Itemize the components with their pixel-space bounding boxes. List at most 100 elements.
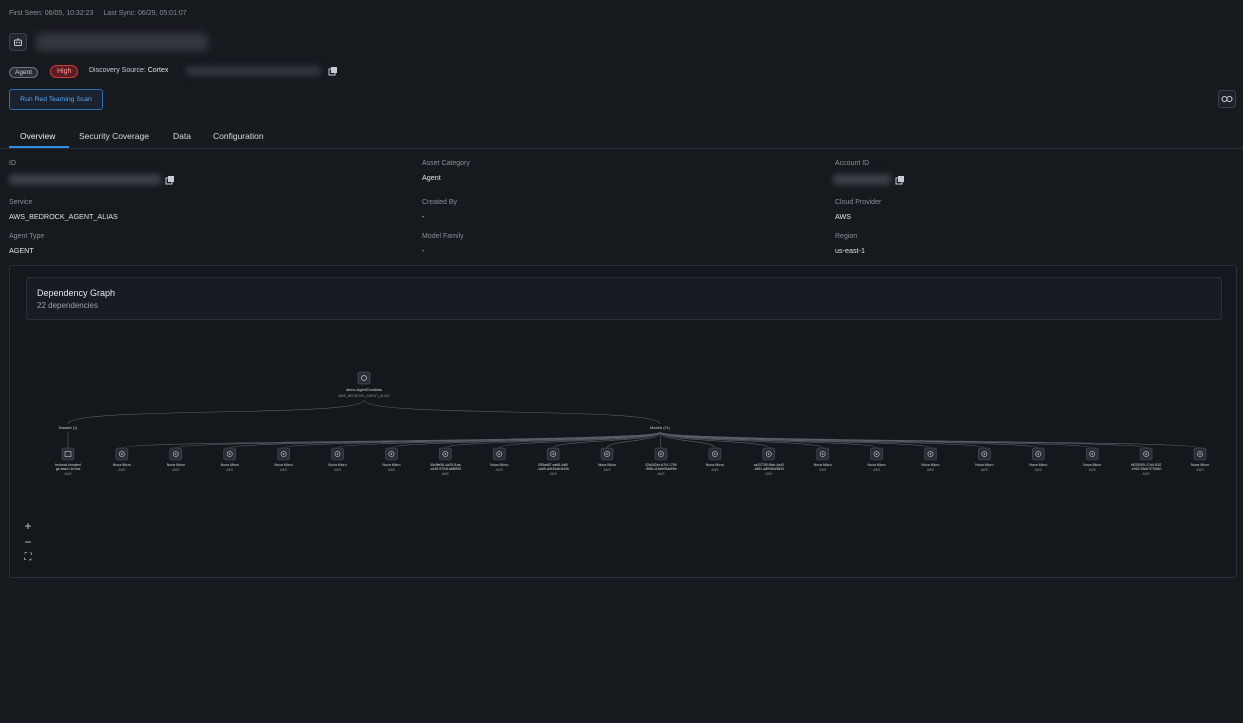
node-name: Nova Micro	[598, 463, 616, 467]
model-icon-dot	[498, 453, 501, 455]
model-icon-dot	[983, 453, 986, 455]
service-label: Service	[9, 199, 33, 206]
node-name: Nova Micro	[867, 463, 885, 467]
discovery-id-redacted	[186, 66, 321, 76]
model-icon-dot	[875, 453, 878, 455]
node-name: Nova Micro	[921, 463, 939, 467]
node-provider: AWS	[603, 468, 610, 472]
node-name: Nova Micro	[113, 463, 131, 467]
node-name: Nova Micro	[814, 463, 832, 467]
node-name: Nova Micro	[1029, 463, 1047, 467]
node-name: Nova Micro	[275, 463, 293, 467]
risk-badge: High	[50, 65, 79, 78]
cloud-provider-label: Cloud Provider	[835, 199, 882, 206]
node-provider: AWS	[1143, 472, 1150, 476]
model-icon-dot	[929, 453, 932, 455]
copy-icon[interactable]	[165, 175, 175, 185]
tab-bar: Overview Security Coverage Data Configur…	[0, 122, 1243, 149]
asset-category-label: Asset Category	[422, 160, 470, 167]
node-provider: AWS	[1089, 468, 1096, 472]
root-node-name: demo-AgentToolAlias	[346, 388, 382, 392]
node-provider: AWS	[1035, 468, 1042, 472]
model-family-label: Model Family	[422, 233, 464, 240]
node-name: -b651-a8f9d0c0f843	[754, 467, 784, 471]
node-provider: AWS	[765, 472, 772, 476]
tab-security-coverage[interactable]: Security Coverage	[79, 131, 149, 141]
node-name: -e992-93eb7f734f40	[1131, 467, 1162, 471]
model-icon-dot	[660, 453, 662, 455]
last-sync: Last Sync: 06/29, 05:01:07	[103, 10, 187, 17]
agent-type-label: Agent Type	[9, 233, 45, 240]
node-provider: AWS	[657, 472, 664, 476]
link-icon[interactable]	[1218, 90, 1236, 108]
account-id-label: Account ID	[835, 160, 870, 167]
model-icon-dot	[390, 453, 393, 455]
node-name: -1ab9-a0b19ab4b29c	[537, 467, 570, 471]
agent-icon	[9, 33, 27, 51]
node-name: Nova Micro	[1191, 463, 1209, 467]
node-provider: AWS	[711, 468, 718, 472]
node-provider: AWS	[873, 468, 880, 472]
discovery-label: Discovery Source:	[89, 67, 146, 74]
node-name: Nova Micro	[221, 463, 239, 467]
model-icon-dot	[228, 453, 231, 455]
service-value: AWS_BEDROCK_AGENT_ALIAS	[9, 212, 118, 221]
agent-type-value: AGENT	[9, 246, 34, 255]
node-provider: AWS	[442, 472, 449, 476]
model-icon-dot	[1037, 453, 1040, 455]
model-icon-dot	[714, 453, 716, 455]
tab-configuration[interactable]: Configuration	[213, 131, 264, 141]
overview-details: ID Asset Category Agent Account ID Servi…	[0, 155, 1243, 265]
node-provider: AWS	[1196, 468, 1203, 472]
tab-overview[interactable]: Overview	[20, 131, 55, 141]
copy-icon[interactable]	[328, 66, 338, 76]
model-family-value: -	[422, 246, 425, 255]
model-icon-dot	[1145, 453, 1147, 455]
dependency-graph-panel: Dependency Graph 22 dependencies demo-Ag…	[9, 265, 1237, 578]
active-tab-indicator	[9, 146, 69, 148]
root-node-icon	[357, 371, 371, 385]
account-id-redacted	[833, 174, 891, 185]
node-provider: AWS	[927, 468, 934, 472]
model-icon-dot	[121, 453, 123, 455]
model-icon-dot	[552, 453, 554, 455]
tab-data[interactable]: Data	[173, 131, 191, 141]
discovery-value: Cortex	[147, 67, 169, 74]
page-empty-area	[0, 579, 1243, 723]
model-icon-dot	[175, 453, 177, 455]
created-by-label: Created By	[422, 199, 458, 206]
run-red-teaming-scan-button[interactable]: Run Red Teaming Scan	[9, 89, 103, 110]
zoom-in-button[interactable]: +	[21, 519, 35, 533]
dependency-graph-canvas[interactable]: demo-AgentToolAlias AWS_BEDROCK_AGENT_ALI…	[10, 266, 1238, 579]
node-name: ge-base-r1e1sw	[56, 467, 81, 471]
model-icon-dot	[336, 453, 339, 455]
node-provider: AWS	[388, 468, 395, 472]
asset-category-value: Agent	[422, 173, 441, 182]
model-icon-dot	[821, 453, 824, 455]
node-provider: AWS	[64, 472, 71, 476]
fit-view-button[interactable]: ⛶	[21, 552, 35, 563]
region-value: us-east-1	[835, 246, 865, 255]
graph-edge	[659, 431, 662, 449]
model-icon-dot	[1091, 453, 1093, 455]
model-icon-dot	[606, 453, 608, 455]
zoom-out-button[interactable]: −	[21, 535, 35, 549]
created-by-value: -	[422, 212, 425, 221]
id-label: ID	[9, 160, 16, 167]
node-provider: AWS	[819, 468, 826, 472]
node-name: -a169-970d1a6f5595	[430, 467, 462, 471]
copy-icon[interactable]	[895, 175, 905, 185]
node-provider: AWS	[496, 468, 503, 472]
model-icon-dot	[1199, 453, 1201, 455]
dataset-group-label: Dataset (1)	[59, 426, 79, 430]
asset-header: First Seen: 06/05, 10:32:23 Last Sync: 0…	[0, 0, 1243, 122]
node-name: Nova Micro	[975, 463, 993, 467]
node-name: Nova Micro	[328, 463, 346, 467]
asset-name-redacted	[36, 33, 208, 51]
node-name: Nova Micro	[490, 463, 508, 467]
node-name: Nova Micro	[1083, 463, 1101, 467]
node-name: Nova Micro	[382, 463, 400, 467]
node-provider: AWS	[334, 468, 341, 472]
model-icon-dot	[767, 453, 770, 455]
models-group-label: Models (21)	[650, 426, 671, 430]
